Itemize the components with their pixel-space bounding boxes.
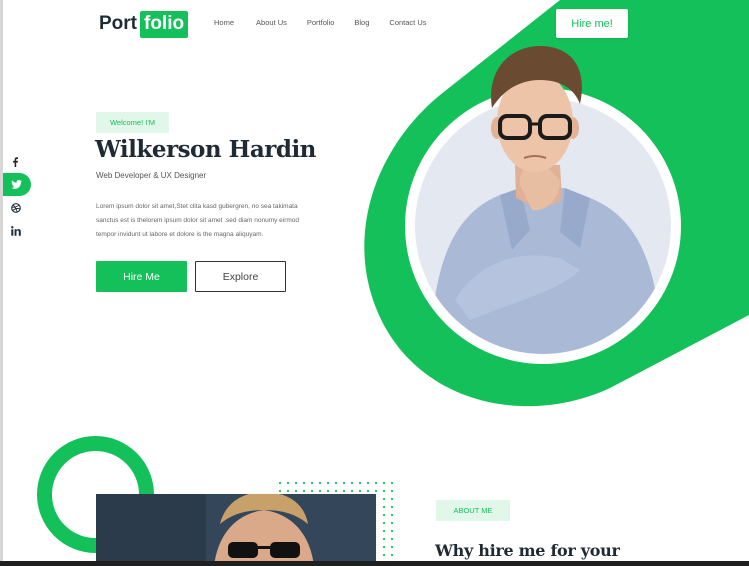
decorative-dot [318, 489, 322, 493]
decorative-dot [366, 489, 370, 493]
decorative-dot [350, 489, 354, 493]
decorative-dot [358, 481, 362, 485]
decorative-dot [390, 513, 394, 517]
decorative-dot [286, 481, 290, 485]
decorative-dot [382, 529, 386, 533]
decorative-dot [358, 489, 362, 493]
decorative-dot [382, 553, 386, 557]
decorative-dot [318, 481, 322, 485]
about-me-badge: ABOUT ME [436, 500, 510, 521]
decorative-dot [374, 489, 378, 493]
page: Port folio Home About Us Portfolio Blog … [0, 0, 749, 566]
decorative-dot [374, 481, 378, 485]
decorative-dot [382, 545, 386, 549]
decorative-dot [390, 489, 394, 493]
decorative-dot [390, 481, 394, 485]
decorative-dot [334, 481, 338, 485]
about-photo [96, 494, 376, 566]
decorative-dot [310, 481, 314, 485]
decorative-dot [342, 481, 346, 485]
decorative-dot [326, 489, 330, 493]
decorative-dot [390, 553, 394, 557]
decorative-dot [382, 489, 386, 493]
decorative-dot [390, 537, 394, 541]
decorative-dot [302, 481, 306, 485]
decorative-dot [382, 521, 386, 525]
decorative-dot [302, 489, 306, 493]
decorative-dot [278, 489, 282, 493]
decorative-dot [390, 505, 394, 509]
decorative-dot [326, 481, 330, 485]
decorative-dot [286, 489, 290, 493]
window-bottom-bar [0, 561, 749, 566]
decorative-dot [310, 489, 314, 493]
decorative-dot [382, 481, 386, 485]
decorative-dot [382, 537, 386, 541]
decorative-dot [294, 481, 298, 485]
decorative-dot [334, 489, 338, 493]
decorative-dot [390, 521, 394, 525]
decorative-dot [382, 505, 386, 509]
decorative-dot [382, 513, 386, 517]
about-heading: Why hire me for your [435, 541, 620, 560]
decorative-dot [390, 529, 394, 533]
decorative-dot [390, 545, 394, 549]
decorative-dot [390, 497, 394, 501]
decorative-dot [382, 497, 386, 501]
decorative-dot [342, 489, 346, 493]
decorative-dot [294, 489, 298, 493]
decorative-dot [350, 481, 354, 485]
decorative-dot [366, 481, 370, 485]
about-photo-image [96, 494, 376, 566]
decorative-dot [278, 481, 282, 485]
